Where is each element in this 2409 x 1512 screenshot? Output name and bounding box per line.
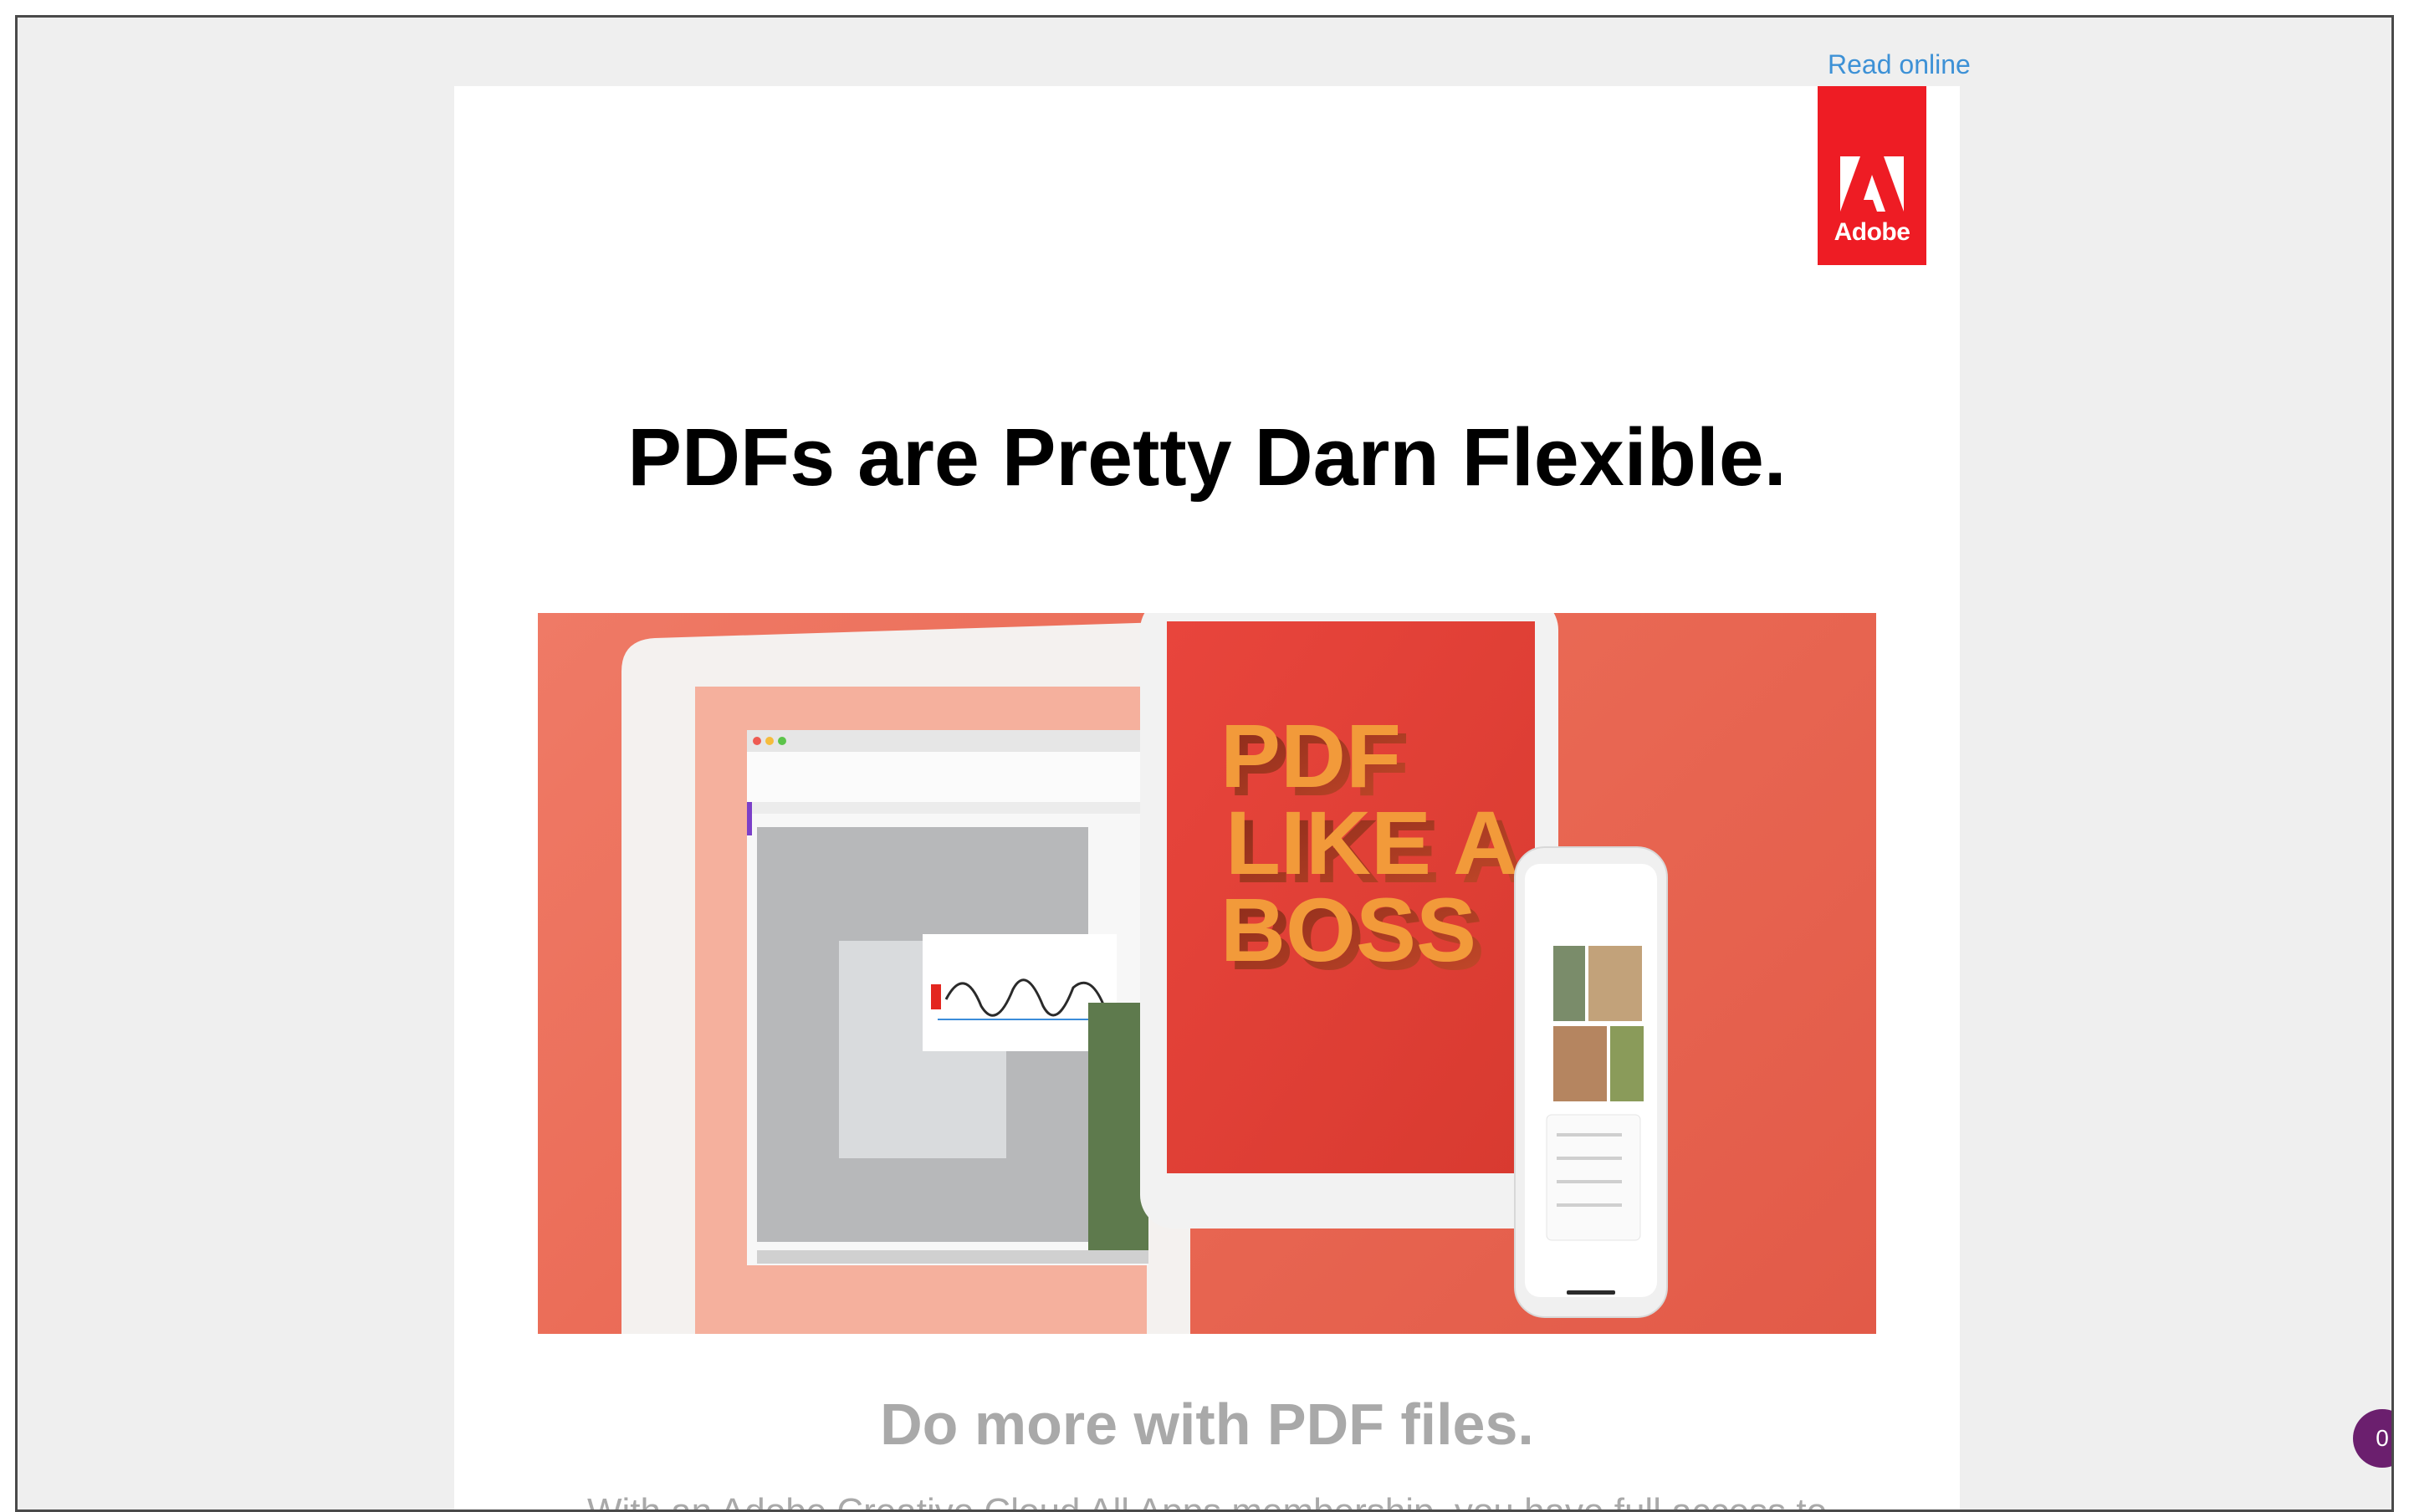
email-viewport: Read online Adobe PDFs are Pretty Darn F… [15, 15, 2394, 1512]
tablet-line-1: PDF [1220, 705, 1401, 806]
tablet-line-3: BOSS [1220, 879, 1476, 980]
email-headline: PDFs are Pretty Darn Flexible. [627, 411, 1787, 503]
phone-device [1514, 846, 1668, 1318]
adobe-a-icon [1840, 156, 1904, 212]
tablet-device: PDF LIKE A BOSS PDF LIKE A BOSS [1140, 613, 1558, 1228]
email-card: Adobe PDFs are Pretty Darn Flexible. PDF… [454, 86, 1960, 1512]
email-subhead: Do more with PDF files. [880, 1392, 1534, 1457]
laptop-device [621, 621, 1190, 1334]
read-online-link[interactable]: Read online [1828, 49, 1971, 80]
tablet-line-2: LIKE A [1225, 792, 1518, 893]
email-body-text: With an Adobe Creative Cloud All Apps me… [586, 1491, 1828, 1512]
notification-badge[interactable]: 0 [2353, 1409, 2391, 1468]
hero-illustration: PDF LIKE A BOSS PDF LIKE A BOSS [621, 613, 1668, 1334]
adobe-logo-text: Adobe [1834, 218, 1910, 246]
hero-image[interactable]: PDF LIKE A BOSS PDF LIKE A BOSS [538, 613, 1876, 1334]
adobe-logo[interactable]: Adobe [1818, 86, 1926, 265]
